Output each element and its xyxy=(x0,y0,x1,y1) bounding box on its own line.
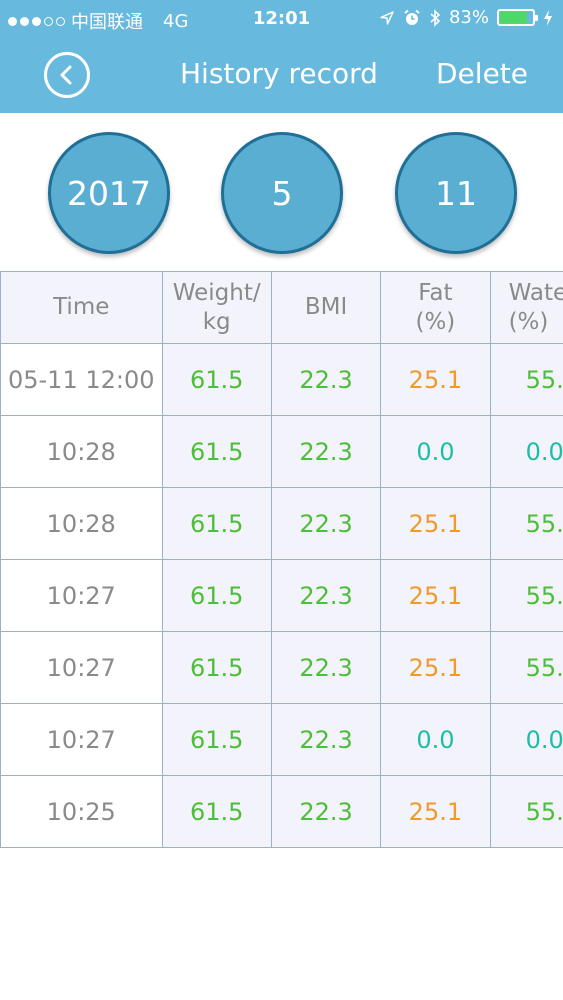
cell-fat: 25.1 xyxy=(380,775,491,848)
cell-bmi: 22.3 xyxy=(270,631,382,704)
chevron-left-icon xyxy=(60,65,72,85)
cell-fat: 0.0 xyxy=(380,703,491,776)
table-row[interactable]: 10:2561.522.325.155.4 xyxy=(0,775,563,848)
cell-weight: 61.5 xyxy=(161,775,272,848)
battery-icon xyxy=(497,9,538,26)
history-table: Time Weight/kg BMI Fat(%) Water(%) 05-11… xyxy=(0,271,563,848)
cell-time: 10:27 xyxy=(0,559,163,632)
cell-weight: 61.5 xyxy=(161,703,272,776)
cell-bmi: 22.3 xyxy=(270,415,382,488)
bluetooth-icon xyxy=(430,8,441,27)
cell-fat: 25.1 xyxy=(380,631,491,704)
location-arrow-icon xyxy=(380,10,394,25)
cell-water: 55.4 xyxy=(489,487,563,560)
header-bmi: BMI xyxy=(270,271,382,344)
year-selector[interactable]: 2017 xyxy=(48,132,170,254)
cell-bmi: 22.3 xyxy=(270,703,382,776)
table-row[interactable]: 05-11 12:0061.522.325.155.4 xyxy=(0,343,563,416)
page-title: History record xyxy=(180,57,378,90)
header-time: Time xyxy=(0,271,163,344)
cell-fat: 25.1 xyxy=(380,487,491,560)
cell-water: 55.4 xyxy=(489,559,563,632)
table-row[interactable]: 10:2761.522.325.155.4 xyxy=(0,631,563,704)
table-row[interactable]: 10:2861.522.325.155.4 xyxy=(0,487,563,560)
battery-level-fill xyxy=(500,12,527,23)
cell-weight: 61.5 xyxy=(161,559,272,632)
header-fat: Fat (%) xyxy=(380,271,491,344)
cell-time: 10:27 xyxy=(0,631,163,704)
cell-water: 0.0 xyxy=(489,415,563,488)
alarm-clock-icon xyxy=(404,9,420,25)
charging-bolt-icon xyxy=(544,9,552,26)
cell-fat: 0.0 xyxy=(380,415,491,488)
cell-time: 10:25 xyxy=(0,775,163,848)
cell-bmi: 22.3 xyxy=(270,559,382,632)
cell-fat: 25.1 xyxy=(380,559,491,632)
table-row[interactable]: 10:28 61.5 22.3 0.0 0.0 xyxy=(0,415,563,488)
battery-percent: 83% xyxy=(448,7,489,28)
cell-fat: 25.1 xyxy=(380,343,491,416)
table-body: 05-11 12:0061.522.325.155.410:2861.522.3… xyxy=(0,343,563,848)
cell-bmi: 22.3 xyxy=(270,343,382,416)
cell-water: 0.0 xyxy=(489,703,563,776)
cell-water: 55.4 xyxy=(489,631,563,704)
cell-time: 05-11 12:00 xyxy=(0,343,163,416)
cell-bmi: 22.3 xyxy=(270,487,382,560)
table-header-row: Time Weight/kg BMI Fat(%) Water(%) xyxy=(0,271,563,344)
app-header: 中国联通 4G 12:01 83% History record Delete xyxy=(0,0,563,113)
cell-weight: 61.5 xyxy=(161,343,272,416)
day-selector[interactable]: 11 xyxy=(395,132,517,254)
header-weight: Weight/kg xyxy=(161,271,272,344)
cell-time: 10:28 xyxy=(0,415,163,488)
cell-weight: 61.5 xyxy=(161,487,272,560)
cell-time: 10:27 xyxy=(0,703,163,776)
cell-weight: 61.5 xyxy=(161,415,272,488)
table-row[interactable]: 10:2761.522.325.155.4 xyxy=(0,559,563,632)
table-row[interactable]: 10:27 61.5 22.3 0.0 0.0 xyxy=(0,703,563,776)
cell-time: 10:28 xyxy=(0,487,163,560)
cell-weight: 61.5 xyxy=(161,631,272,704)
back-button[interactable] xyxy=(44,52,90,98)
cell-water: 55.4 xyxy=(489,775,563,848)
month-selector[interactable]: 5 xyxy=(221,132,343,254)
status-right: 83% xyxy=(379,7,553,28)
cell-water: 55.4 xyxy=(489,343,563,416)
history-table-container[interactable]: Time Weight/kg BMI Fat(%) Water(%) 05-11… xyxy=(0,271,563,849)
cell-bmi: 22.3 xyxy=(270,775,382,848)
status-bar: 中国联通 4G 12:01 83% xyxy=(0,0,563,38)
delete-button[interactable]: Delete xyxy=(436,57,528,90)
header-water: Water(%) xyxy=(489,271,563,344)
